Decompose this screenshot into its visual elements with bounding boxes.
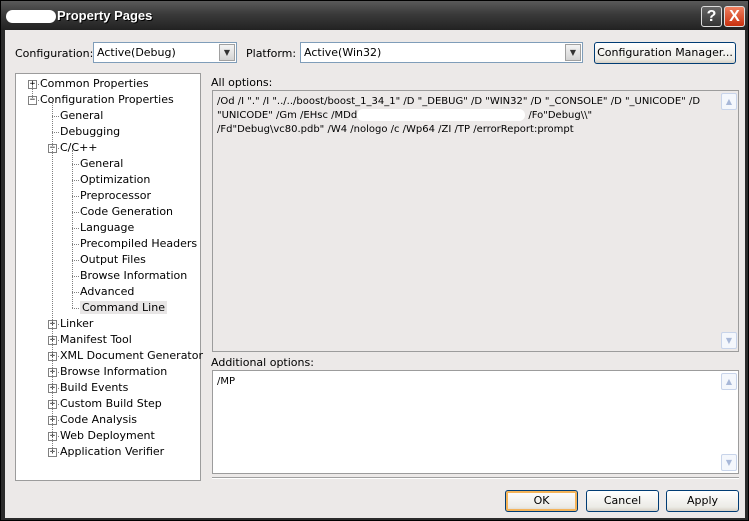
configuration-dropdown[interactable]: Active(Debug) ▼ bbox=[93, 42, 237, 63]
tree-item-label: Common Properties bbox=[40, 77, 149, 90]
tree-item[interactable]: Language bbox=[80, 220, 134, 236]
tree-item-label: Manifest Tool bbox=[60, 333, 132, 346]
cancel-button[interactable]: Cancel bbox=[586, 490, 659, 512]
tree-item-label: Build Events bbox=[60, 381, 129, 394]
tree-item[interactable]: Code Analysis bbox=[60, 412, 137, 428]
tree-item-label: Preprocessor bbox=[80, 189, 152, 202]
tree-item-label: Command Line bbox=[80, 301, 167, 314]
tree-item[interactable]: Browse Information bbox=[80, 268, 187, 284]
tree-connector bbox=[72, 212, 79, 213]
apply-button[interactable]: Apply bbox=[666, 490, 739, 512]
tree-item-label: Code Analysis bbox=[60, 413, 137, 426]
configuration-value: Active(Debug) bbox=[97, 46, 176, 59]
window-title: Property Pages bbox=[57, 8, 153, 23]
tree-item-label: Web Deployment bbox=[60, 429, 155, 442]
tree-item-label: Code Generation bbox=[80, 205, 174, 218]
scroll-up-arrow[interactable]: ▲ bbox=[721, 93, 737, 110]
tree-item-label: General bbox=[60, 109, 104, 122]
separator bbox=[212, 477, 739, 479]
chevron-down-icon[interactable]: ▼ bbox=[219, 44, 235, 61]
tree-connector bbox=[52, 116, 59, 117]
tree-item[interactable]: Build Events bbox=[60, 380, 128, 396]
additional-options-value: /MP bbox=[217, 376, 236, 387]
platform-value: Active(Win32) bbox=[304, 46, 382, 59]
tree-connector bbox=[52, 102, 53, 452]
tree-item[interactable]: Application Verifier bbox=[60, 444, 164, 460]
title-bar[interactable]: Property Pages ? X bbox=[1, 1, 748, 30]
tree-item[interactable]: C/C++ bbox=[60, 140, 98, 156]
tree-item[interactable]: General bbox=[80, 156, 123, 172]
tree-item-label: Configuration Properties bbox=[40, 93, 174, 106]
all-options-label: All options: bbox=[211, 76, 273, 89]
configuration-manager-button[interactable]: Configuration Manager... bbox=[594, 42, 736, 64]
redacted-project-name bbox=[6, 10, 56, 23]
tree-item[interactable]: Precompiled Headers bbox=[80, 236, 197, 252]
tree-connector bbox=[32, 86, 33, 100]
tree-item[interactable]: Debugging bbox=[60, 124, 120, 140]
tree-item[interactable]: Common Properties bbox=[40, 76, 149, 92]
all-options-line: /Od /I "." /I "../../boost/boost_1_34_1"… bbox=[217, 96, 701, 107]
tree-item-label: Advanced bbox=[80, 285, 135, 298]
tree-connector bbox=[72, 164, 79, 165]
additional-options-textarea[interactable]: /MP ▲ ▼ bbox=[212, 370, 739, 474]
tree-item[interactable]: Configuration Properties bbox=[40, 92, 174, 108]
tree-item-label: Browse Information bbox=[60, 365, 168, 378]
tree-item-label: Language bbox=[80, 221, 135, 234]
tree-connector bbox=[72, 260, 79, 261]
tree-item[interactable]: Custom Build Step bbox=[60, 396, 162, 412]
tree-connector bbox=[52, 132, 59, 133]
all-options-textarea[interactable]: /Od /I "." /I "../../boost/boost_1_34_1"… bbox=[212, 90, 739, 352]
tree-item[interactable]: Preprocessor bbox=[80, 188, 151, 204]
dialog-client-area: Configuration: Active(Debug) ▼ Platform:… bbox=[5, 30, 745, 518]
tree-item-label: Output Files bbox=[80, 253, 146, 266]
tree-item-label: Application Verifier bbox=[60, 445, 165, 458]
additional-options-label: Additional options: bbox=[211, 356, 314, 369]
tree-item-label: Precompiled Headers bbox=[80, 237, 198, 250]
scroll-down-arrow[interactable]: ▼ bbox=[721, 454, 737, 471]
tree-item-label: General bbox=[80, 157, 124, 170]
configuration-label: Configuration: bbox=[15, 47, 94, 60]
tree-item[interactable]: General bbox=[60, 108, 103, 124]
tree-item[interactable]: Optimization bbox=[80, 172, 150, 188]
tree-item-label: Optimization bbox=[80, 173, 151, 186]
ok-button[interactable]: OK bbox=[505, 490, 578, 512]
tree-item[interactable]: Command Line bbox=[80, 300, 167, 316]
property-tree[interactable]: Common Properties + Configuration Properti… bbox=[15, 73, 203, 481]
tree-item-label: Debugging bbox=[60, 125, 121, 138]
platform-dropdown[interactable]: Active(Win32) ▼ bbox=[300, 42, 583, 63]
tree-connector bbox=[72, 196, 79, 197]
chevron-down-icon[interactable]: ▼ bbox=[565, 44, 581, 61]
tree-item[interactable]: Advanced bbox=[80, 284, 134, 300]
tree-item-label: XML Document Generator bbox=[60, 349, 203, 362]
tree-item[interactable]: XML Document Generator bbox=[60, 348, 203, 364]
all-options-line: "UNICODE" /Gm /EHsc /MDd /Fo"Debug\\" bbox=[217, 109, 593, 121]
redacted-text bbox=[357, 109, 526, 121]
all-options-line: /Fd"Debug\vc80.pdb" /W4 /nologo /c /Wp64… bbox=[217, 124, 574, 135]
tree-connector bbox=[72, 150, 73, 308]
tree-connector bbox=[72, 180, 79, 181]
help-button[interactable]: ? bbox=[701, 6, 722, 27]
tree-connector bbox=[72, 308, 79, 309]
tree-item[interactable]: Linker bbox=[60, 316, 93, 332]
tree-item-label: C/C++ bbox=[60, 141, 98, 154]
scroll-down-arrow[interactable]: ▼ bbox=[721, 332, 737, 349]
tree-item[interactable]: Manifest Tool bbox=[60, 332, 132, 348]
tree-item-label: Custom Build Step bbox=[60, 397, 162, 410]
tree-connector bbox=[72, 292, 79, 293]
close-button[interactable]: X bbox=[724, 6, 745, 27]
tree-item[interactable]: Output Files bbox=[80, 252, 146, 268]
property-pages-dialog: Property Pages ? X Configuration: Active… bbox=[0, 0, 749, 521]
tree-connector bbox=[72, 228, 79, 229]
platform-label: Platform: bbox=[246, 47, 297, 60]
tree-item[interactable]: Web Deployment bbox=[60, 428, 155, 444]
tree-connector bbox=[72, 244, 79, 245]
tree-item[interactable]: Browse Information bbox=[60, 364, 167, 380]
tree-item-label: Browse Information bbox=[80, 269, 188, 282]
scroll-up-arrow[interactable]: ▲ bbox=[721, 373, 737, 390]
tree-item[interactable]: Code Generation bbox=[80, 204, 173, 220]
tree-item-label: Linker bbox=[60, 317, 94, 330]
tree-connector bbox=[72, 276, 79, 277]
